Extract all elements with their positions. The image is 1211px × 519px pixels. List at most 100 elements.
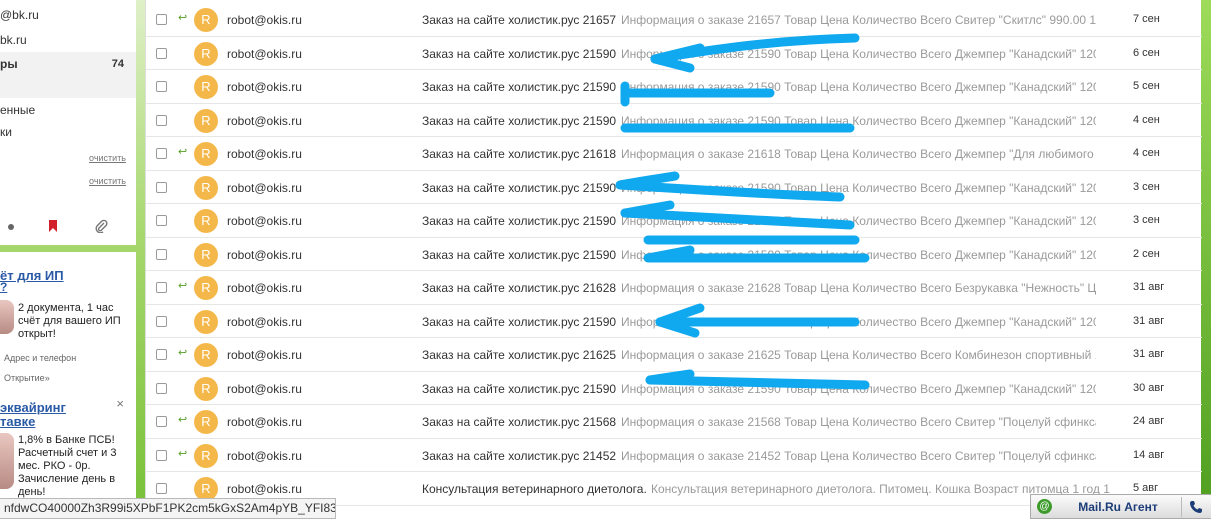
message-snippet[interactable]: Информация о заказе 21590 Товар Цена Кол… <box>621 47 1096 61</box>
message-row[interactable]: ↩ Rrobot@okis.ru Заказ на сайте холистик.р… <box>146 439 1202 472</box>
message-sender[interactable]: robot@okis.ru <box>227 382 302 396</box>
message-row[interactable]: Rrobot@okis.ru Заказ на сайте холистик.ру… <box>146 238 1202 271</box>
sender-avatar[interactable]: R <box>194 309 218 334</box>
ad1-title-cont[interactable]: ? <box>0 280 7 294</box>
message-subject[interactable]: Заказ на сайте холистик.рус 21625 <box>422 348 616 362</box>
attachment-filter-icon[interactable] <box>94 219 108 235</box>
message-sender[interactable]: robot@okis.ru <box>227 482 302 496</box>
sender-avatar[interactable]: R <box>194 209 218 233</box>
message-snippet[interactable]: Информация о заказе 21590 Товар Цена Кол… <box>621 248 1096 262</box>
message-subject[interactable]: Заказ на сайте холистик.рус 21452 <box>422 449 616 463</box>
message-subject[interactable]: Заказ на сайте холистик.рус 21590 <box>422 214 616 228</box>
message-subject[interactable]: Заказ на сайте холистик.рус 21568 <box>422 415 616 429</box>
message-subject[interactable]: Заказ на сайте холистик.рус 21590 <box>422 382 616 396</box>
sender-avatar[interactable]: R <box>194 443 218 468</box>
message-checkbox[interactable] <box>156 416 167 427</box>
ad1-text[interactable]: 2 документа, 1 час счёт для вашего ИП от… <box>18 302 128 341</box>
message-subject[interactable]: Заказ на сайте холистик.рус 21590 <box>422 80 616 94</box>
ad2-title-cont[interactable]: тавке <box>0 414 35 429</box>
message-checkbox[interactable] <box>156 349 167 360</box>
message-subject[interactable]: Консультация ветеринарного диетолога. <box>422 482 647 496</box>
message-checkbox[interactable] <box>156 282 167 293</box>
sender-avatar[interactable]: R <box>194 276 218 300</box>
message-snippet[interactable]: Информация о заказе 21590 Товар Цена Кол… <box>621 181 1096 195</box>
sender-avatar[interactable]: R <box>194 8 218 32</box>
message-subject[interactable]: Заказ на сайте холистик.рус 21590 <box>422 315 616 329</box>
message-sender[interactable]: robot@okis.ru <box>227 181 302 195</box>
sidebar-item-folder-drafts[interactable]: ки <box>0 121 136 143</box>
agent-title[interactable]: Mail.Ru Агент <box>1063 500 1173 514</box>
message-subject[interactable]: Заказ на сайте холистик.рус 21590 <box>422 248 616 262</box>
message-row[interactable]: Rrobot@okis.ru Заказ на сайте холистик.ру… <box>146 104 1202 137</box>
message-snippet[interactable]: Информация о заказе 21628 Товар Цена Кол… <box>621 281 1096 295</box>
message-sender[interactable]: robot@okis.ru <box>227 147 302 161</box>
message-snippet[interactable]: Информация о заказе 21625 Товар Цена Кол… <box>621 348 1096 362</box>
sidebar-item-account-1[interactable]: @bk.ru <box>0 4 136 26</box>
message-snippet[interactable]: Информация о заказе 21590 Товар Цена Кол… <box>621 114 1096 128</box>
message-sender[interactable]: robot@okis.ru <box>227 80 302 94</box>
sender-avatar[interactable]: R <box>194 343 218 367</box>
message-subject[interactable]: Заказ на сайте холистик.рус 21628 <box>422 281 616 295</box>
message-snippet[interactable]: Информация о заказе 21568 Товар Цена Кол… <box>621 415 1096 429</box>
message-sender[interactable]: robot@okis.ru <box>227 315 302 329</box>
message-sender[interactable]: robot@okis.ru <box>227 47 302 61</box>
unread-filter-icon[interactable] <box>4 219 18 235</box>
message-row[interactable]: Rrobot@okis.ru Заказ на сайте холистик.ру… <box>146 171 1202 204</box>
phone-icon[interactable] <box>1181 497 1209 517</box>
message-checkbox[interactable] <box>156 248 167 260</box>
flag-filter-icon[interactable] <box>46 219 60 235</box>
clear-trash-link[interactable]: очистить <box>89 176 126 186</box>
message-row[interactable]: Rrobot@okis.ru Заказ на сайте холистик.ру… <box>146 204 1202 238</box>
message-checkbox[interactable] <box>156 483 167 494</box>
message-checkbox[interactable] <box>156 382 167 394</box>
ad-close-icon[interactable]: × <box>116 396 124 411</box>
message-checkbox[interactable] <box>156 181 167 193</box>
message-row[interactable]: Rrobot@okis.ru Заказ на сайте холистик.ру… <box>146 37 1202 70</box>
mailru-agent-bar[interactable]: @ Mail.Ru Агент <box>1030 494 1211 519</box>
message-checkbox[interactable] <box>156 14 167 25</box>
ad1-subline-bank[interactable]: Открытие» <box>4 373 50 383</box>
sender-avatar[interactable]: R <box>194 242 218 267</box>
message-row[interactable]: Rrobot@okis.ru Заказ на сайте холистик.ру… <box>146 70 1202 104</box>
message-sender[interactable]: robot@okis.ru <box>227 248 302 262</box>
ad1-title[interactable]: ёт для ИП <box>0 268 64 283</box>
message-checkbox[interactable] <box>156 148 167 159</box>
sidebar-item-blank[interactable] <box>0 76 136 98</box>
ad2-image[interactable] <box>0 433 14 489</box>
ad2-text[interactable]: 1,8% в Банке ПСБ! Расчетный счет и 3 мес… <box>18 434 128 499</box>
message-snippet[interactable]: Информация о заказе 21452 Товар Цена Кол… <box>621 449 1096 463</box>
message-sender[interactable]: robot@okis.ru <box>227 348 302 362</box>
message-checkbox[interactable] <box>156 449 167 461</box>
sender-avatar[interactable]: R <box>194 175 218 200</box>
message-subject[interactable]: Заказ на сайте холистик.рус 21618 <box>422 147 616 161</box>
message-row[interactable]: ↩ Rrobot@okis.ru Заказ на сайте холистик.р… <box>146 137 1202 171</box>
message-row[interactable]: ↩ Rrobot@okis.ru Заказ на сайте холистик.р… <box>146 405 1202 439</box>
message-checkbox[interactable] <box>156 47 167 59</box>
message-sender[interactable]: robot@okis.ru <box>227 415 302 429</box>
message-sender[interactable]: robot@okis.ru <box>227 114 302 128</box>
sidebar-item-folder-active[interactable]: ры 74 <box>0 52 136 76</box>
message-row[interactable]: ↩ Rrobot@okis.ru Заказ на сайте холистик.р… <box>146 271 1202 305</box>
clear-spam-link[interactable]: очистить <box>89 153 126 163</box>
agent-status-icon[interactable]: @ <box>1037 499 1052 514</box>
message-subject[interactable]: Заказ на сайте холистик.рус 21590 <box>422 47 616 61</box>
sender-avatar[interactable]: R <box>194 410 218 434</box>
message-sender[interactable]: robot@okis.ru <box>227 214 302 228</box>
message-row[interactable]: Rrobot@okis.ru Заказ на сайте холистик.ру… <box>146 372 1202 405</box>
ad1-image[interactable] <box>0 300 14 334</box>
sidebar-item-folder-sent[interactable]: енные <box>0 99 136 121</box>
sender-avatar[interactable]: R <box>194 376 218 401</box>
message-snippet[interactable]: Информация о заказе 21590 Товар Цена Кол… <box>621 315 1096 329</box>
message-snippet[interactable]: Информация о заказе 21590 Товар Цена Кол… <box>621 382 1096 396</box>
message-checkbox[interactable] <box>156 114 167 126</box>
message-subject[interactable]: Заказ на сайте холистик.рус 21590 <box>422 114 616 128</box>
sender-avatar[interactable]: R <box>194 142 218 166</box>
message-subject[interactable]: Заказ на сайте холистик.рус 21590 <box>422 181 616 195</box>
message-sender[interactable]: robot@okis.ru <box>227 281 302 295</box>
message-checkbox[interactable] <box>156 215 167 226</box>
message-checkbox[interactable] <box>156 81 167 92</box>
message-sender[interactable]: robot@okis.ru <box>227 449 302 463</box>
message-row[interactable]: Rrobot@okis.ru Заказ на сайте холистик.ру… <box>146 305 1202 338</box>
message-snippet[interactable]: Информация о заказе 21590 Товар Цена Кол… <box>621 214 1096 228</box>
message-row[interactable]: ↩ Rrobot@okis.ru Заказ на сайте холистик.р… <box>146 3 1202 37</box>
